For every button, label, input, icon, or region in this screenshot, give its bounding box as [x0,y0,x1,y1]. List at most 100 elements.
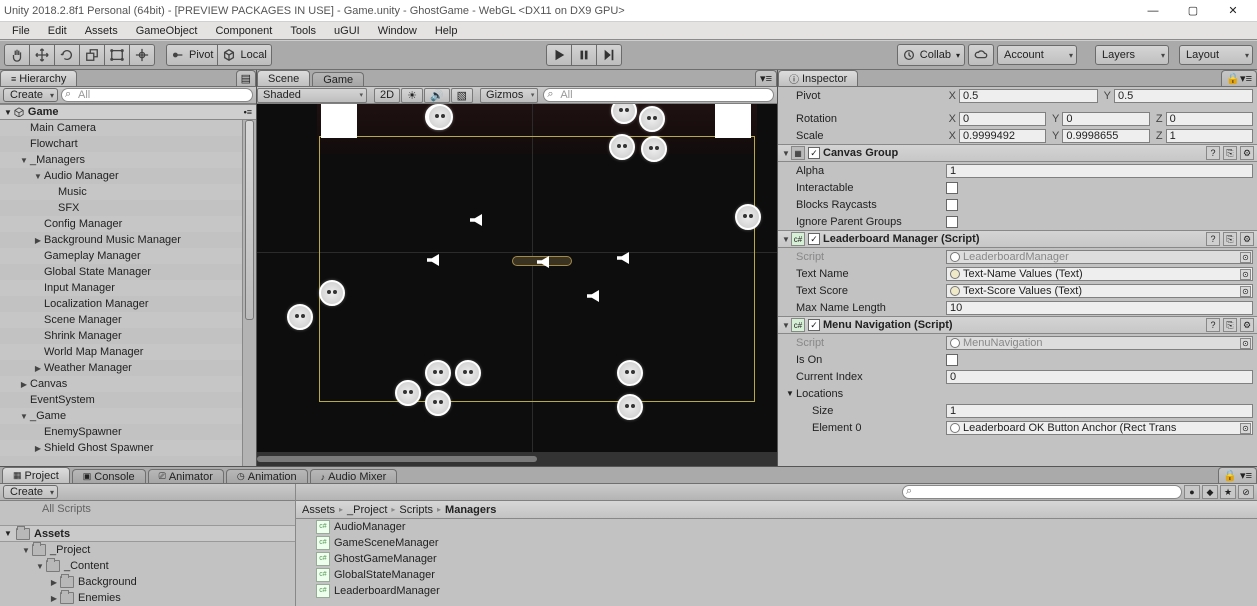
cloud-button[interactable] [968,44,994,66]
menu-gameobject[interactable]: GameObject [128,24,206,38]
component-leaderboard-header[interactable]: ▼c#✓Leaderboard Manager (Script) ?⎘⚙ [778,230,1257,248]
scale-y-field[interactable]: 0.9998655 [1062,129,1149,143]
asset-item[interactable]: c#AudioManager [296,519,1257,535]
hierarchy-item[interactable]: SFX [0,200,256,216]
hidden-icon[interactable]: ⊘ [1238,485,1254,499]
tab-scene[interactable]: Scene [257,70,310,86]
tool-scale[interactable] [79,44,105,66]
breadcrumb-item[interactable]: Managers [445,504,496,516]
pause-button[interactable] [571,44,597,66]
text-name-field[interactable]: Text-Name Values (Text)⊙ [946,267,1253,281]
tab-animator[interactable]: ⎚Animator [148,469,224,483]
hierarchy-item[interactable]: ▶Shield Ghost Spawner [0,440,256,456]
hierarchy-item[interactable]: World Map Manager [0,344,256,360]
tab-game[interactable]: Game [312,72,364,86]
help-icon[interactable]: ? [1206,146,1220,160]
menu-help[interactable]: Help [427,24,466,38]
window-minimize[interactable]: — [1133,1,1173,21]
scene-slider[interactable] [257,452,777,466]
project-folder[interactable]: ▼_Project [0,542,295,558]
current-index-field[interactable]: 0 [946,370,1253,384]
pivot-x-field[interactable]: 0.5 [959,89,1098,103]
hierarchy-item[interactable]: ▶Background Music Manager [0,232,256,248]
menu-file[interactable]: File [4,24,38,38]
hierarchy-create[interactable]: Create [3,88,58,102]
ignore-parent-checkbox[interactable] [946,216,958,228]
hierarchy-item[interactable]: Gameplay Manager [0,248,256,264]
menu-component[interactable]: Component [207,24,280,38]
hierarchy-scrollbar[interactable] [242,120,256,466]
asset-item[interactable]: c#GameSceneManager [296,535,1257,551]
inspector-lock[interactable]: 🔒▾≡ [1221,70,1257,86]
tab-hierarchy[interactable]: ≡Hierarchy [0,70,77,86]
play-button[interactable] [546,44,572,66]
tab-inspector[interactable]: ⓘInspector [778,70,858,86]
tab-animation[interactable]: ◷Animation [226,469,308,483]
asset-item[interactable]: c#LeaderboardManager [296,583,1257,599]
component-canvas-group-header[interactable]: ▼▦✓Canvas Group ?⎘⚙ [778,144,1257,162]
hierarchy-item[interactable]: Config Manager [0,216,256,232]
interactable-checkbox[interactable] [946,182,958,194]
gear-icon[interactable]: ⚙ [1240,318,1254,332]
blocks-raycasts-checkbox[interactable] [946,199,958,211]
hierarchy-item[interactable]: EnemySpawner [0,424,256,440]
tab-audio-mixer[interactable]: ♪Audio Mixer [310,469,398,483]
project-lock[interactable]: 🔒 ▾≡ [1218,467,1257,483]
scene-fx-toggle[interactable]: ▧ [451,88,473,103]
hierarchy-item[interactable]: ▼Audio Manager [0,168,256,184]
handle-local[interactable]: Local [217,44,271,66]
account-dropdown[interactable]: Account [997,45,1077,65]
window-close[interactable]: ✕ [1213,1,1253,21]
assets-header[interactable]: ▼Assets [0,525,295,542]
preset-icon[interactable]: ⎘ [1223,146,1237,160]
hierarchy-item[interactable]: ▶Weather Manager [0,360,256,376]
help-icon[interactable]: ? [1206,318,1220,332]
step-button[interactable] [596,44,622,66]
menu-window[interactable]: Window [370,24,425,38]
hierarchy-item[interactable]: Main Camera [0,120,256,136]
scale-z-field[interactable]: 1 [1166,129,1253,143]
filter-label-icon[interactable]: ◆ [1202,485,1218,499]
is-on-checkbox[interactable] [946,354,958,366]
rot-y-field[interactable]: 0 [1062,112,1149,126]
scene-search[interactable]: All [543,88,774,102]
project-breadcrumb[interactable]: Assets▸_Project▸Scripts▸Managers [296,501,1257,519]
hierarchy-item[interactable]: Global State Manager [0,264,256,280]
menu-assets[interactable]: Assets [77,24,126,38]
preset-icon[interactable]: ⎘ [1223,318,1237,332]
scene-audio-toggle[interactable]: 🔊 [424,88,450,103]
text-score-field[interactable]: Text-Score Values (Text)⊙ [946,284,1253,298]
scene-gizmos[interactable]: Gizmos [480,88,538,103]
hierarchy-item[interactable]: Localization Manager [0,296,256,312]
scene-shading[interactable]: Shaded [257,88,367,103]
menu-tools[interactable]: Tools [282,24,324,38]
collab-dropdown[interactable]: Collab▾ [897,44,965,66]
layout-dropdown[interactable]: Layout [1179,45,1253,65]
element-0-field[interactable]: Leaderboard OK Button Anchor (Rect Trans… [946,421,1253,435]
tool-transform[interactable] [129,44,155,66]
filter-type-icon[interactable]: ● [1184,485,1200,499]
project-search[interactable] [902,485,1182,499]
hierarchy-item[interactable]: ▼_Managers [0,152,256,168]
hierarchy-item[interactable]: ▶Canvas [0,376,256,392]
panel-options[interactable]: ▤ [236,70,256,86]
layers-dropdown[interactable]: Layers [1095,45,1169,65]
locations-foldout[interactable]: Locations [796,388,954,400]
tool-move[interactable] [29,44,55,66]
scale-x-field[interactable]: 0.9999492 [959,129,1046,143]
help-icon[interactable]: ? [1206,232,1220,246]
rot-x-field[interactable]: 0 [959,112,1046,126]
hierarchy-item[interactable]: Input Manager [0,280,256,296]
rot-z-field[interactable]: 0 [1166,112,1253,126]
menu-ugui[interactable]: uGUI [326,24,368,38]
locations-size-field[interactable]: 1 [946,404,1253,418]
handle-pivot[interactable]: Pivot [166,44,218,66]
tool-rotate[interactable] [54,44,80,66]
tab-console[interactable]: ▣Console [72,469,146,483]
project-folder[interactable]: ▼_Content [0,558,295,574]
hierarchy-item[interactable]: ▼_Game [0,408,256,424]
asset-item[interactable]: c#GlobalStateManager [296,567,1257,583]
scene-2d-toggle[interactable]: 2D [374,88,400,103]
tool-hand[interactable] [4,44,30,66]
hierarchy-item[interactable]: Scene Manager [0,312,256,328]
